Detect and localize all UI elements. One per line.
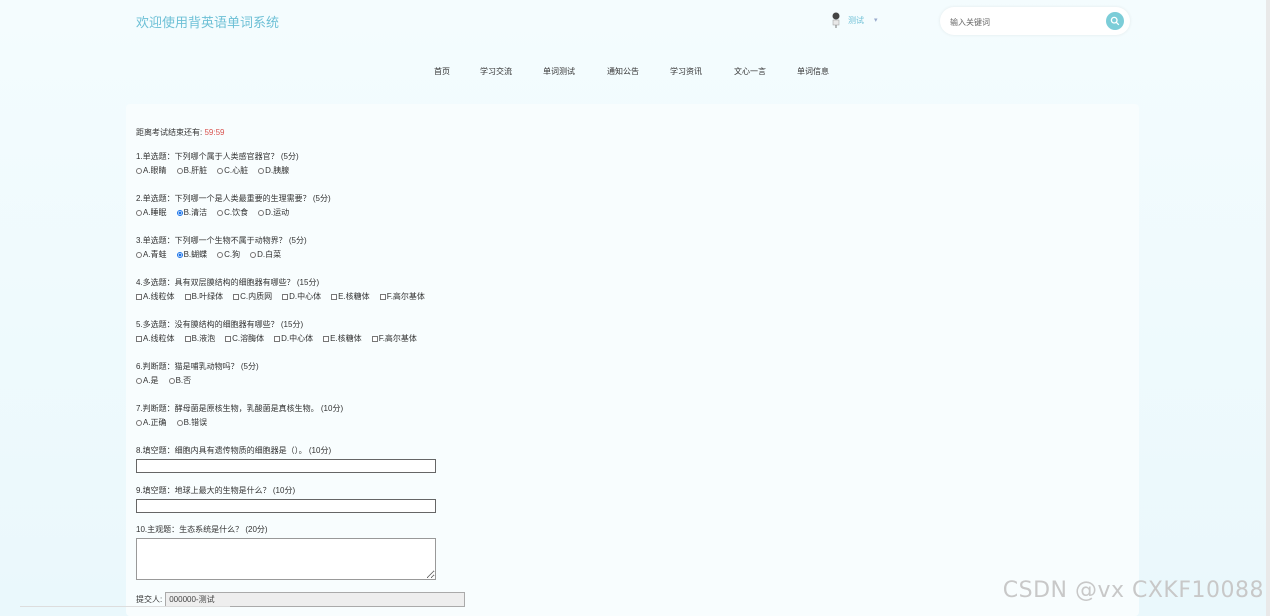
- option-radio[interactable]: D.白菜: [250, 249, 281, 260]
- question-10: 10.主观题：生态系统是什么？ (20分): [136, 524, 436, 580]
- option-radio[interactable]: D.运动: [258, 207, 289, 218]
- search-input[interactable]: [948, 13, 1102, 31]
- option-checkbox[interactable]: D.中心体: [274, 333, 313, 344]
- option-checkbox[interactable]: E.核糖体: [331, 291, 370, 302]
- option-checkbox[interactable]: C.内质网: [233, 291, 272, 302]
- question-8: 8.填空题：细胞内具有遗传物质的细胞器是（）。 (10分): [136, 445, 436, 473]
- option-checkbox[interactable]: B.液泡: [184, 333, 215, 344]
- option-radio[interactable]: B.否: [168, 375, 191, 386]
- question-title: 7.判断题：酵母菌是原核生物，乳酸菌是真核生物。 (10分): [136, 404, 344, 413]
- question-title: 6.判断题：猫是哺乳动物吗？ (5分): [136, 362, 259, 371]
- user-name[interactable]: 测试: [848, 15, 864, 26]
- submitter-field: [165, 592, 466, 607]
- nav-item-study-exchange[interactable]: 学习交流: [480, 66, 512, 77]
- option-checkbox[interactable]: D.中心体: [282, 291, 321, 302]
- question-title: 2.单选题：下列哪一个是人类最重要的生理需要？ (5分): [136, 194, 331, 203]
- watermark: CSDN @vx CXKF10088: [1002, 578, 1264, 603]
- user-menu[interactable]: 测试 ▾: [830, 12, 878, 28]
- search-box: [940, 7, 1130, 35]
- option-checkbox[interactable]: C.溶酶体: [225, 333, 264, 344]
- nav-item-wenxin[interactable]: 文心一言: [734, 66, 766, 77]
- submitter-row: 提交人:: [136, 592, 466, 607]
- option-checkbox[interactable]: A.线粒体: [136, 333, 175, 344]
- nav-item-word-info[interactable]: 单词信息: [797, 66, 829, 77]
- countdown: 距离考试结束还有: 59:59: [136, 127, 225, 138]
- option-radio-selected[interactable]: B.清洁: [176, 207, 207, 218]
- nav-item-study-news[interactable]: 学习资讯: [670, 66, 702, 77]
- question-title: 4.多选题：具有双层膜结构的细胞器有哪些？ (15分): [136, 278, 320, 287]
- question-9: 9.填空题：地球上最大的生物是什么？ (10分): [136, 485, 436, 513]
- fill-blank-input[interactable]: [136, 459, 436, 473]
- option-checkbox[interactable]: F.高尔基体: [371, 333, 417, 344]
- question-5: 5.多选题：没有膜结构的细胞器有哪些？ (15分) A.线粒体 B.液泡 C.溶…: [136, 319, 427, 344]
- option-radio[interactable]: C.饮食: [217, 207, 248, 218]
- submitter-label: 提交人:: [136, 595, 163, 604]
- option-radio[interactable]: A.青蛙: [136, 249, 167, 260]
- question-4: 4.多选题：具有双层膜结构的细胞器有哪些？ (15分) A.线粒体 B.叶绿体 …: [136, 277, 435, 302]
- option-checkbox[interactable]: B.叶绿体: [184, 291, 223, 302]
- search-icon: [1110, 16, 1120, 26]
- option-radio[interactable]: C.狗: [217, 249, 240, 260]
- question-title: 10.主观题：生态系统是什么？ (20分): [136, 525, 268, 534]
- option-checkbox[interactable]: A.线粒体: [136, 291, 175, 302]
- countdown-time: 59:59: [204, 128, 225, 137]
- question-title: 1.单选题：下列哪个属于人类感官器官？ (5分): [136, 152, 299, 161]
- chevron-down-icon[interactable]: ▾: [874, 16, 878, 24]
- question-title: 9.填空题：地球上最大的生物是什么？ (10分): [136, 486, 296, 495]
- fill-blank-input[interactable]: [136, 499, 436, 513]
- divider: [20, 606, 230, 607]
- option-checkbox[interactable]: F.高尔基体: [379, 291, 425, 302]
- question-title: 3.单选题：下列哪一个生物不属于动物界？ (5分): [136, 236, 307, 245]
- option-radio[interactable]: A.睡眠: [136, 207, 167, 218]
- answer-textarea[interactable]: [136, 538, 436, 580]
- nav-item-home[interactable]: 首页: [434, 66, 450, 77]
- option-radio-selected[interactable]: B.蝴蝶: [176, 249, 207, 260]
- nav-item-notices[interactable]: 通知公告: [607, 66, 639, 77]
- option-radio[interactable]: B.肝脏: [176, 165, 207, 176]
- question-6: 6.判断题：猫是哺乳动物吗？ (5分) A.是 B.否: [136, 361, 259, 386]
- option-radio[interactable]: A.眼睛: [136, 165, 167, 176]
- option-checkbox[interactable]: E.核糖体: [323, 333, 362, 344]
- option-radio[interactable]: B.错误: [176, 417, 207, 428]
- scrollbar[interactable]: [1266, 0, 1270, 616]
- avatar: [830, 12, 842, 28]
- option-radio[interactable]: C.心脏: [217, 165, 248, 176]
- question-title: 8.填空题：细胞内具有遗传物质的细胞器是（）。 (10分): [136, 446, 332, 455]
- nav-item-word-test[interactable]: 单词测试: [543, 66, 575, 77]
- question-2: 2.单选题：下列哪一个是人类最重要的生理需要？ (5分) A.睡眠 B.清洁 C…: [136, 193, 331, 218]
- question-3: 3.单选题：下列哪一个生物不属于动物界？ (5分) A.青蛙 B.蝴蝶 C.狗 …: [136, 235, 307, 260]
- option-radio[interactable]: D.胰腺: [258, 165, 289, 176]
- question-title: 5.多选题：没有膜结构的细胞器有哪些？ (15分): [136, 320, 304, 329]
- option-radio[interactable]: A.正确: [136, 417, 167, 428]
- option-radio[interactable]: A.是: [136, 375, 159, 386]
- search-button[interactable]: [1106, 12, 1124, 30]
- site-title: 欢迎使用背英语单词系统: [136, 15, 280, 30]
- countdown-label: 距离考试结束还有:: [136, 128, 203, 137]
- question-7: 7.判断题：酵母菌是原核生物，乳酸菌是真核生物。 (10分) A.正确 B.错误: [136, 403, 343, 428]
- question-1: 1.单选题：下列哪个属于人类感官器官？ (5分) A.眼睛 B.肝脏 C.心脏 …: [136, 151, 299, 176]
